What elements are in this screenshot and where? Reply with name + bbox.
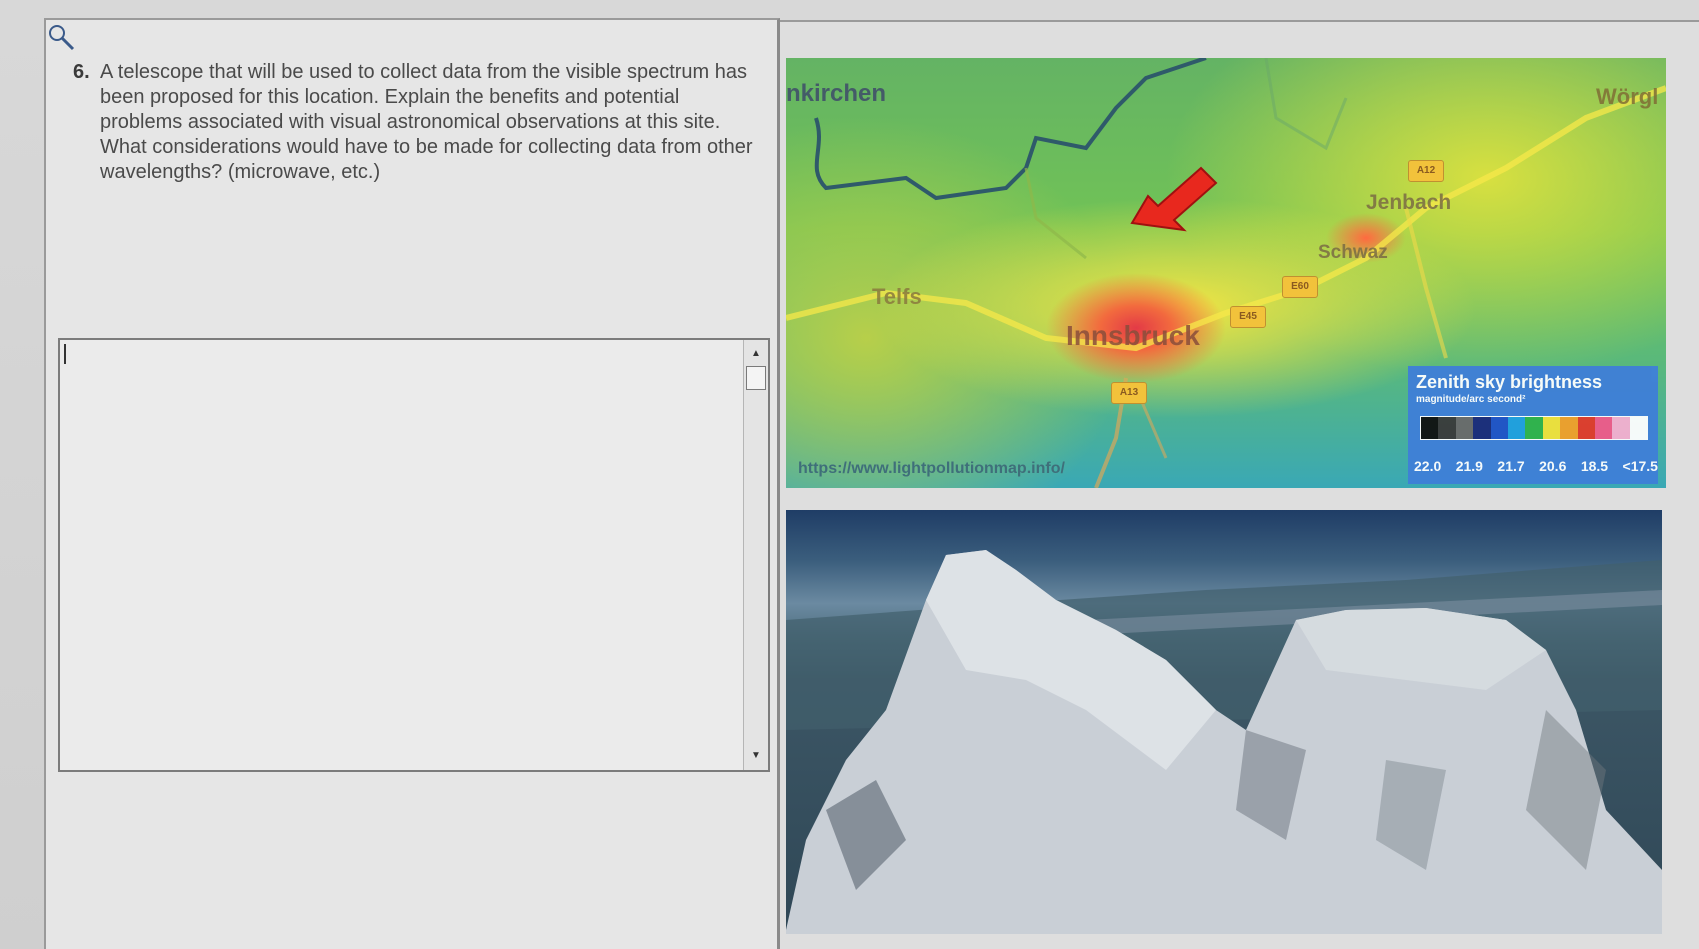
legend-swatch <box>1594 417 1613 439</box>
scroll-thumb[interactable] <box>746 366 766 390</box>
legend-swatch <box>1560 417 1578 439</box>
question: 6. A telescope that will be used to coll… <box>73 60 763 185</box>
legend-value: 20.6 <box>1539 458 1567 474</box>
legend-value: 21.9 <box>1455 458 1483 474</box>
scroll-up-arrow-icon[interactable]: ▲ <box>744 344 768 364</box>
road-shield: E45 <box>1230 306 1266 328</box>
legend-swatch <box>1507 417 1526 439</box>
legend-value: 18.5 <box>1580 458 1609 474</box>
legend-swatch <box>1577 417 1595 439</box>
text-caret <box>64 344 66 364</box>
red-arrow-icon <box>1130 166 1218 232</box>
legend-values: 22.0 21.9 21.7 20.6 18.5 <17.5 <box>1414 458 1658 474</box>
road-shield: A12 <box>1408 160 1444 182</box>
map-label-schwaz: Schwaz <box>1318 242 1388 263</box>
question-number: 6. <box>73 61 90 83</box>
legend-swatch <box>1438 417 1456 439</box>
scroll-down-arrow-icon[interactable]: ▼ <box>744 746 768 766</box>
map-label-telfs: Telfs <box>872 284 922 309</box>
map-label-jenbach: Jenbach <box>1366 191 1452 214</box>
light-pollution-map: nkirchen Wörgl Jenbach Schwaz Telfs Inns… <box>786 58 1666 488</box>
legend-title: Zenith sky brightness <box>1416 372 1603 392</box>
mountain-illustration <box>786 550 1662 934</box>
legend-color-scale <box>1420 416 1648 440</box>
legend-swatch <box>1629 417 1648 439</box>
map-source-url: https://www.lightpollutionmap.info/ <box>798 460 1065 477</box>
legend-swatch <box>1421 417 1439 439</box>
map-label-worgl: Wörgl <box>1596 84 1659 109</box>
legend-subtitle: magnitude/arc second² <box>1416 394 1526 405</box>
map-label-innsbruck: Innsbruck <box>1066 320 1200 351</box>
question-text: A telescope that will be used to collect… <box>100 61 753 183</box>
legend-swatch <box>1490 417 1508 439</box>
brightness-legend: Zenith sky brightness magnitude/arc seco… <box>1408 366 1658 484</box>
road-shield: A13 <box>1111 382 1147 404</box>
screen: 6. A telescope that will be used to coll… <box>0 0 1699 949</box>
answer-textarea[interactable]: ▲ ▼ <box>58 338 770 772</box>
legend-value: <17.5 <box>1622 458 1658 474</box>
legend-swatch <box>1525 417 1543 439</box>
mountain-photo <box>786 510 1662 934</box>
legend-swatch <box>1612 417 1630 439</box>
legend-swatch <box>1455 417 1474 439</box>
legend-swatch <box>1473 417 1491 439</box>
answer-scrollbar[interactable]: ▲ ▼ <box>743 340 768 770</box>
legend-value: 21.7 <box>1497 458 1525 474</box>
legend-swatch <box>1542 417 1561 439</box>
road-shield: E60 <box>1282 276 1318 298</box>
map-label-neukirchen: nkirchen <box>786 80 887 107</box>
magnifier-icon[interactable] <box>46 22 76 52</box>
legend-value: 22.0 <box>1414 458 1442 474</box>
